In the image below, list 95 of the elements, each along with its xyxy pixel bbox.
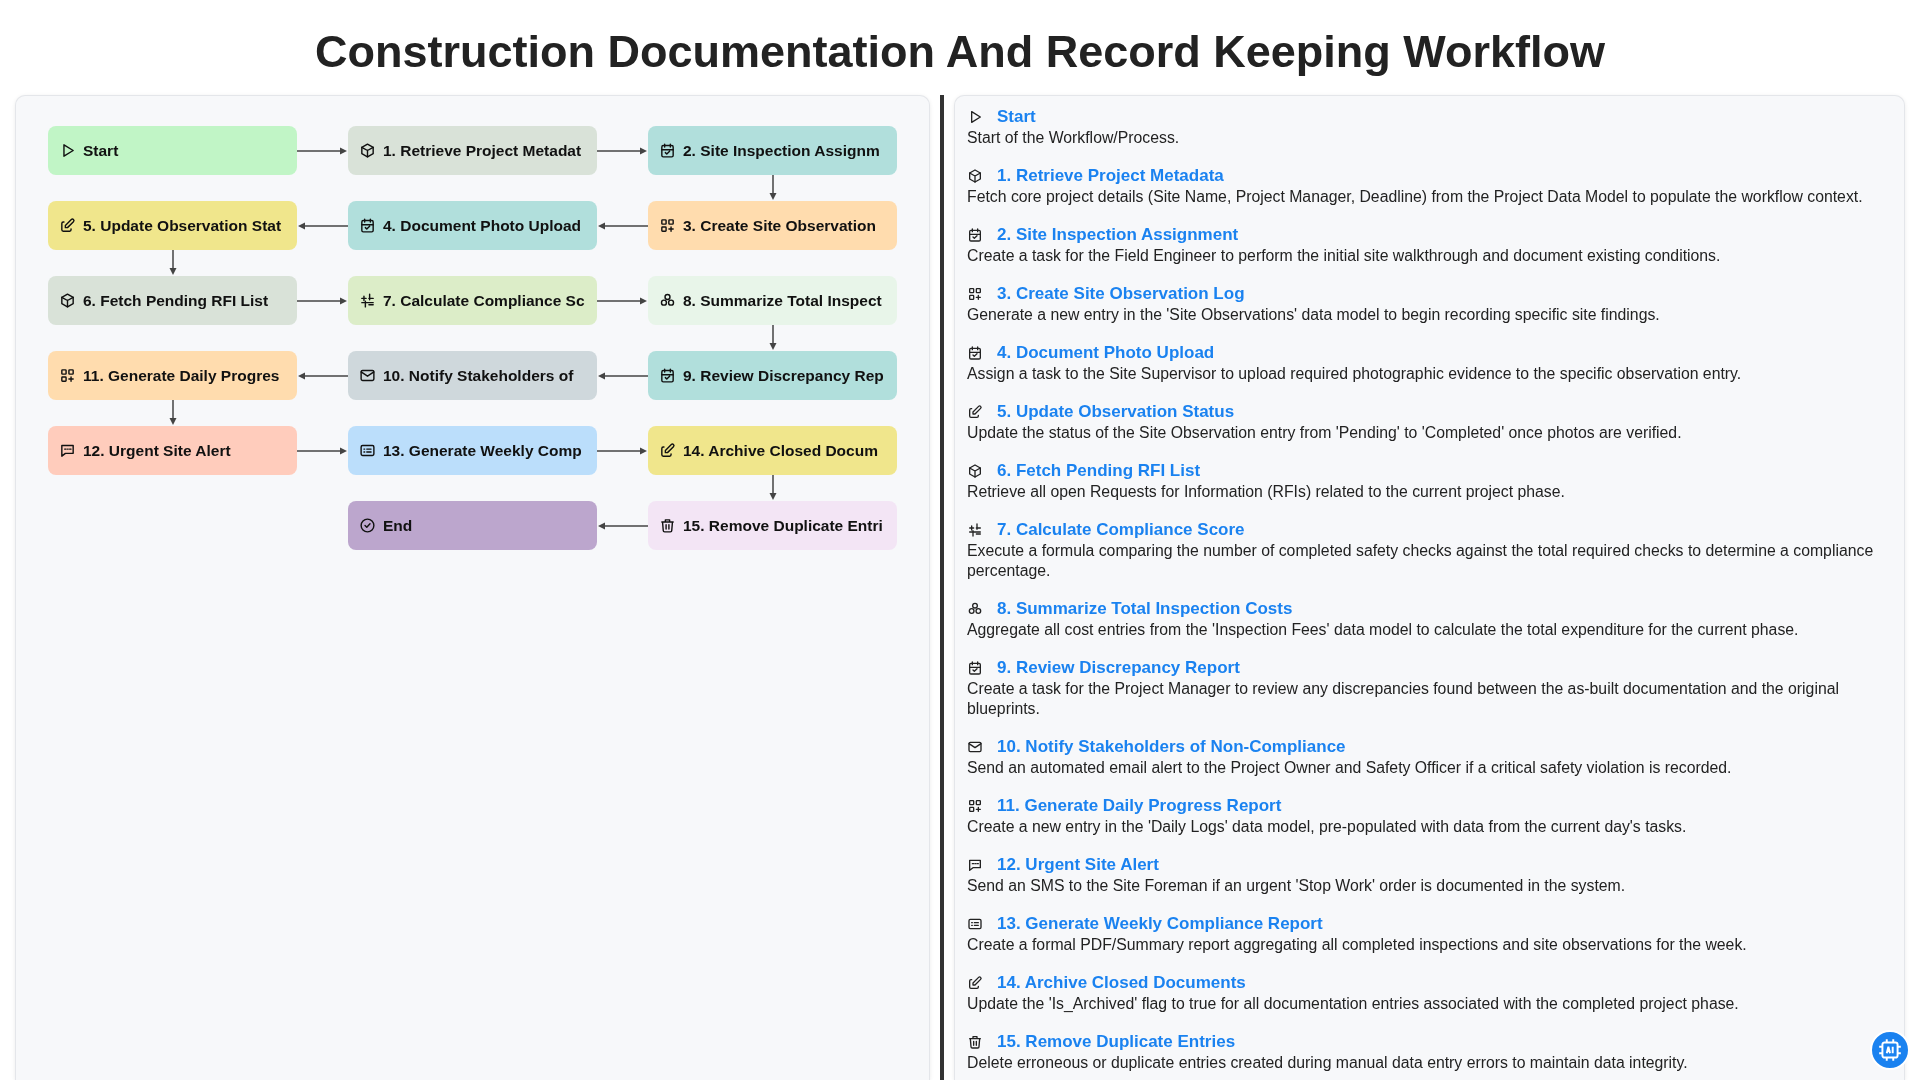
edit-icon bbox=[967, 974, 983, 991]
cube-icon bbox=[59, 292, 76, 309]
grid-plus-icon bbox=[967, 285, 983, 302]
edit-icon bbox=[659, 442, 676, 459]
step-title[interactable]: 2. Site Inspection Assignment bbox=[997, 224, 1239, 246]
step-description: Fetch core project details (Site Name, Project Manager, Deadline) from the Project Data Model to populate the workflow context. bbox=[967, 186, 1864, 207]
connector-arrow bbox=[167, 250, 178, 276]
step-description: Update the status of the Site Observation entry from 'Pending' to 'Completed' once photos are verified. bbox=[967, 422, 1683, 443]
step-description: Execute a formula comparing the number of completed safety checks against the total required checks to determine a compliance percentage. bbox=[967, 540, 1875, 581]
step-title[interactable]: 6. Fetch Pending RFI List bbox=[997, 460, 1201, 482]
calendar-check-icon bbox=[967, 344, 983, 361]
grid-plus-icon bbox=[967, 797, 983, 814]
hash-icon bbox=[359, 292, 376, 309]
calendar-check-icon bbox=[967, 659, 983, 676]
workflow-node[interactable]: 2. Site Inspection Assignm bbox=[648, 126, 897, 175]
connector-arrow bbox=[767, 175, 778, 201]
edit-icon bbox=[59, 217, 76, 234]
page-title: Construction Documentation And Record Keeping Workflow bbox=[314, 25, 1606, 79]
step-description: Create a task for the Project Manager to review any discrepancies found between the as-built documentation and the original blueprints. bbox=[967, 678, 1840, 719]
calendar-check-icon bbox=[967, 226, 983, 243]
workflow-node[interactable]: 4. Document Photo Upload bbox=[348, 201, 597, 250]
step-description: Create a new entry in the 'Daily Logs' data model, pre-populated with data from the current day's tasks. bbox=[967, 816, 1688, 837]
workflow-node[interactable]: 5. Update Observation Stat bbox=[48, 201, 297, 250]
workflow-node[interactable]: 10. Notify Stakeholders of bbox=[348, 351, 597, 400]
connector-arrow bbox=[597, 295, 648, 306]
workflow-node[interactable]: 1. Retrieve Project Metadat bbox=[348, 126, 597, 175]
connector-arrow bbox=[297, 445, 348, 456]
list-icon bbox=[359, 442, 376, 459]
step-description: Create a task for the Field Engineer to perform the initial site walkthrough and document existing conditions. bbox=[967, 245, 1722, 266]
connector-arrow bbox=[297, 145, 348, 156]
step-description: Send an SMS to the Site Foreman if an urgent 'Stop Work' order is documented in the system. bbox=[967, 875, 1627, 896]
workflow-node[interactable]: 12. Urgent Site Alert bbox=[48, 426, 297, 475]
connector-arrow bbox=[597, 445, 648, 456]
step-description: Start of the Workflow/Process. bbox=[967, 127, 1181, 148]
calendar-check-icon bbox=[659, 142, 676, 159]
step-title[interactable]: 11. Generate Daily Progress Report bbox=[997, 795, 1282, 817]
chat-icon bbox=[59, 442, 76, 459]
step-title[interactable]: 10. Notify Stakeholders of Non-Compliance bbox=[997, 736, 1346, 758]
step-title[interactable]: 4. Document Photo Upload bbox=[997, 342, 1215, 364]
step-title[interactable]: 1. Retrieve Project Metadata bbox=[997, 165, 1224, 187]
workflow-node[interactable]: 13. Generate Weekly Comp bbox=[348, 426, 597, 475]
trash-icon bbox=[967, 1033, 983, 1050]
step-title[interactable]: 8. Summarize Total Inspection Costs bbox=[997, 598, 1293, 620]
step-title[interactable]: 9. Review Discrepancy Report bbox=[997, 657, 1240, 679]
connector-arrow bbox=[597, 145, 648, 156]
connector-arrow bbox=[597, 520, 648, 531]
boxes-icon bbox=[967, 600, 983, 617]
cube-icon bbox=[967, 462, 983, 479]
step-description: Assign a task to the Site Supervisor to upload required photographic evidence to the specific observation entry. bbox=[967, 363, 1743, 384]
trash-icon bbox=[659, 517, 676, 534]
workflow-node[interactable]: 14. Archive Closed Docum bbox=[648, 426, 897, 475]
workflow-node[interactable]: 15. Remove Duplicate Entri bbox=[648, 501, 897, 550]
mail-icon bbox=[359, 367, 376, 384]
calendar-check-icon bbox=[359, 217, 376, 234]
chip-icon bbox=[1877, 1037, 1903, 1063]
step-description: Update the 'Is_Archived' flag to true for all documentation entries associated with the completed project phase. bbox=[967, 993, 1740, 1014]
connector-arrow bbox=[167, 400, 178, 426]
edit-icon bbox=[967, 403, 983, 420]
step-title[interactable]: 12. Urgent Site Alert bbox=[997, 854, 1159, 876]
step-title[interactable]: 7. Calculate Compliance Score bbox=[997, 519, 1245, 541]
step-description: Send an automated email alert to the Project Owner and Safety Officer if a critical safety violation is recorded. bbox=[967, 757, 1733, 778]
step-description: Create a formal PDF/Summary report aggregating all completed inspections and site observations for the week. bbox=[967, 934, 1748, 955]
cube-icon bbox=[359, 142, 376, 159]
step-title[interactable]: Start bbox=[997, 106, 1036, 128]
connector-arrow bbox=[767, 475, 778, 501]
workflow-node[interactable]: 9. Review Discrepancy Rep bbox=[648, 351, 897, 400]
workflow-node[interactable]: Start bbox=[48, 126, 297, 175]
step-title[interactable]: 5. Update Observation Status bbox=[997, 401, 1235, 423]
step-description: Aggregate all cost entries from the 'Inspection Fees' data model to calculate the total expenditure for the current phase. bbox=[967, 619, 1800, 640]
grid-plus-icon bbox=[59, 367, 76, 384]
step-description: Retrieve all open Requests for Information (RFIs) related to the current project phase. bbox=[967, 481, 1566, 502]
workflow-node[interactable]: 11. Generate Daily Progres bbox=[48, 351, 297, 400]
connector-arrow bbox=[767, 325, 778, 351]
step-title[interactable]: 13. Generate Weekly Compliance Report bbox=[997, 913, 1323, 935]
connector-arrow bbox=[597, 220, 648, 231]
connector-arrow bbox=[297, 220, 348, 231]
workflow-node[interactable]: 3. Create Site Observation bbox=[648, 201, 897, 250]
cube-icon bbox=[967, 167, 983, 184]
check-circle-icon bbox=[359, 517, 376, 534]
hash-icon bbox=[967, 521, 983, 538]
step-description: Generate a new entry in the 'Site Observations' data model to begin recording specific site findings. bbox=[967, 304, 1661, 325]
workflow-node[interactable]: 6. Fetch Pending RFI List bbox=[48, 276, 297, 325]
boxes-icon bbox=[659, 292, 676, 309]
step-description: Delete erroneous or duplicate entries created during manual data entry errors to maintain data integrity. bbox=[967, 1052, 1689, 1073]
calendar-check-icon bbox=[659, 367, 676, 384]
step-title[interactable]: 3. Create Site Observation Log bbox=[997, 283, 1245, 305]
workflow-node[interactable]: 8. Summarize Total Inspect bbox=[648, 276, 897, 325]
step-title[interactable]: 15. Remove Duplicate Entries bbox=[997, 1031, 1236, 1053]
connector-arrow bbox=[297, 370, 348, 381]
connector-arrow bbox=[597, 370, 648, 381]
step-title[interactable]: 14. Archive Closed Documents bbox=[997, 972, 1246, 994]
workflow-node[interactable]: 7. Calculate Compliance Sc bbox=[348, 276, 597, 325]
workflow-node[interactable]: End bbox=[348, 501, 597, 550]
grid-plus-icon bbox=[659, 217, 676, 234]
connector-arrow bbox=[297, 295, 348, 306]
